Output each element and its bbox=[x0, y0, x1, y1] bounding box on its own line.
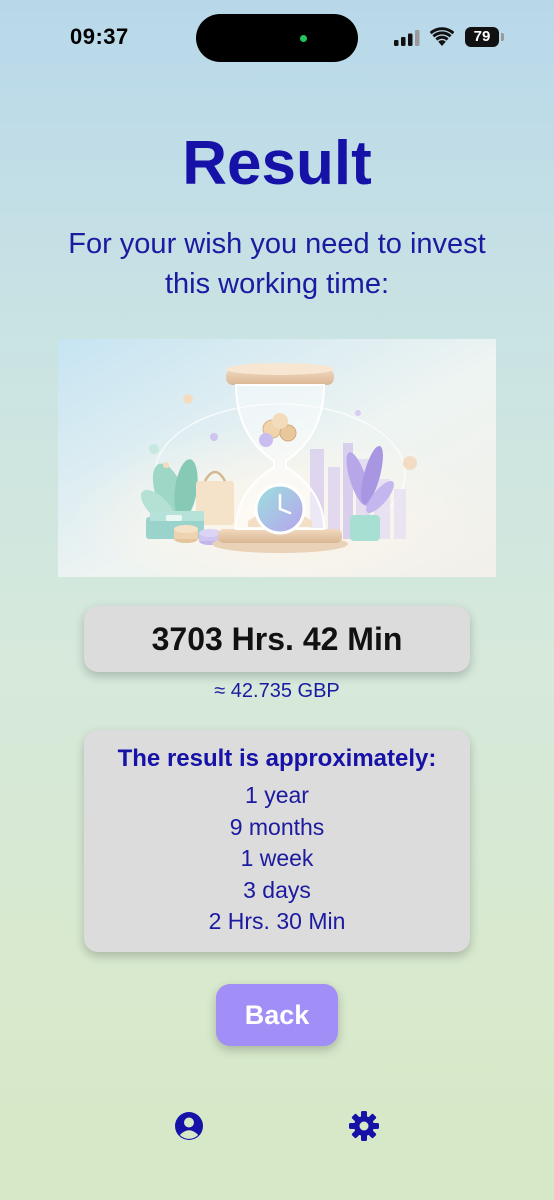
approximation-days: 3 days bbox=[243, 876, 311, 903]
working-time-result: 3703 Hrs. 42 Min bbox=[84, 606, 470, 672]
battery-cap bbox=[501, 33, 504, 41]
approximation-weeks: 1 week bbox=[240, 845, 314, 871]
approximation-months: 9 months bbox=[229, 813, 325, 840]
back-button[interactable]: Back bbox=[216, 984, 338, 1046]
battery-indicator: 79 bbox=[465, 27, 507, 47]
wifi-icon bbox=[430, 27, 454, 46]
battery-level: 79 bbox=[473, 28, 491, 45]
user-circle-icon[interactable] bbox=[173, 1110, 205, 1142]
cellular-signal-icon bbox=[394, 30, 420, 46]
approximation-hours-minutes: 2 Hrs. 30 Min bbox=[208, 908, 346, 934]
page-subtitle: For your wish you need to invest this wo… bbox=[68, 228, 486, 300]
approximation-heading: The result is approximately: bbox=[117, 745, 437, 772]
status-time: 09:37 bbox=[70, 24, 129, 49]
approximation-years: 1 year bbox=[245, 782, 309, 808]
camera-indicator-dot bbox=[300, 35, 307, 42]
gear-icon[interactable] bbox=[348, 1110, 380, 1142]
approximation-card: The result is approximately: 1 year 9 mo… bbox=[84, 730, 470, 952]
dynamic-island bbox=[196, 14, 358, 62]
approximation-list: 1 year 9 months 1 week 3 days 2 Hrs. 30 … bbox=[84, 780, 470, 938]
page-title: Result bbox=[182, 129, 372, 198]
currency-equivalent: ≈ 42.735 GBP bbox=[214, 680, 340, 702]
hourglass-illustration bbox=[58, 339, 496, 577]
status-bar: 09:37 79 bbox=[0, 0, 554, 78]
